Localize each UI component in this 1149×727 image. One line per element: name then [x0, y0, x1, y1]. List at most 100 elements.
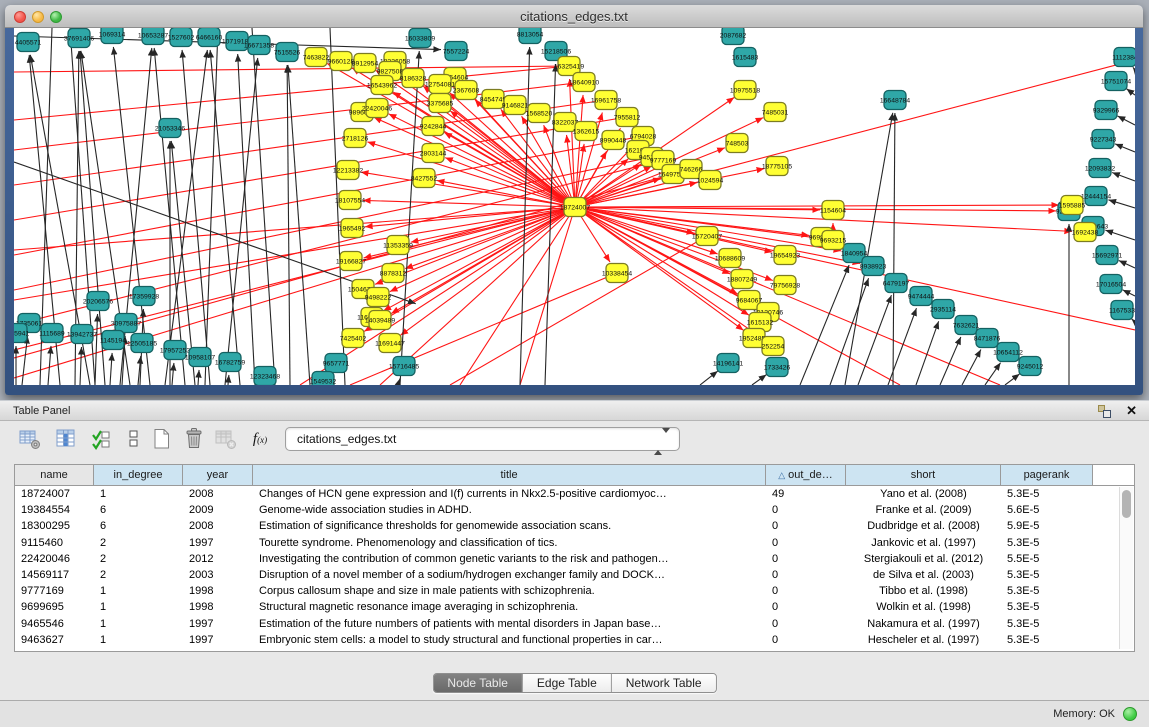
- network-node[interactable]: 10654112: [993, 343, 1023, 362]
- table-vertical-scrollbar[interactable]: [1119, 487, 1133, 649]
- network-node[interactable]: 10688609: [715, 249, 745, 268]
- network-node[interactable]: 7632621: [953, 316, 980, 335]
- network-node[interactable]: 11691447: [375, 334, 405, 353]
- scrollbar-thumb[interactable]: [1122, 490, 1131, 518]
- network-node[interactable]: 18724007: [560, 198, 590, 217]
- network-node[interactable]: 15751074: [1101, 72, 1131, 91]
- network-node[interactable]: 1115689: [39, 324, 65, 343]
- network-node[interactable]: 18775105: [762, 157, 792, 176]
- column-header-pagerank[interactable]: pagerank: [1001, 465, 1093, 485]
- network-node[interactable]: 14196141: [713, 354, 743, 373]
- network-node[interactable]: 20206576: [83, 292, 113, 311]
- network-node[interactable]: 1167533: [1109, 301, 1135, 320]
- network-node[interactable]: 16671358: [244, 36, 274, 55]
- table-row[interactable]: 911546021997Tourette syndrome. Phenomeno…: [15, 535, 1134, 551]
- network-node[interactable]: 30975887: [111, 314, 141, 333]
- network-node[interactable]: 12754081: [425, 75, 455, 94]
- network-node[interactable]: 7515526: [274, 43, 301, 62]
- network-node[interactable]: 16782759: [215, 353, 245, 372]
- column-header-out-de-[interactable]: △out_de…: [766, 465, 846, 485]
- network-node[interactable]: 13942737: [67, 325, 97, 344]
- column-header-year[interactable]: year: [183, 465, 253, 485]
- network-node[interactable]: 4405571: [15, 33, 42, 52]
- table-row[interactable]: 1872400712008Changes of HCN gene express…: [15, 486, 1134, 502]
- network-node[interactable]: 17016504: [1096, 275, 1126, 294]
- network-node[interactable]: 18640910: [569, 73, 599, 92]
- network-node[interactable]: 10958107: [185, 348, 215, 367]
- network-node[interactable]: 21053346: [155, 119, 185, 138]
- tab-node-table[interactable]: Node Table: [433, 674, 522, 692]
- network-node[interactable]: 14039489: [365, 311, 395, 330]
- float-panel-icon[interactable]: [1098, 405, 1111, 418]
- table-row[interactable]: 946554611997Estimation of the future num…: [15, 616, 1134, 632]
- network-node[interactable]: 1615483: [732, 48, 759, 67]
- network-node[interactable]: 2718126: [342, 129, 369, 148]
- network-node[interactable]: 1362615: [573, 122, 600, 141]
- network-node[interactable]: 19654923: [770, 246, 800, 265]
- network-node[interactable]: 9474444: [908, 287, 935, 306]
- network-node[interactable]: 2935114: [930, 300, 956, 319]
- network-node[interactable]: 9242844: [420, 117, 447, 136]
- window-titlebar[interactable]: citations_edges.txt: [5, 5, 1143, 28]
- network-node[interactable]: 12505185: [127, 334, 157, 353]
- table-row[interactable]: 1938455462009Genome-wide association stu…: [15, 502, 1134, 518]
- column-header-short[interactable]: short: [846, 465, 1001, 485]
- network-node[interactable]: 17359928: [129, 287, 159, 306]
- table-row[interactable]: 946362711997Embryonic stem cells: a mode…: [15, 632, 1134, 648]
- network-node[interactable]: 16543962: [367, 76, 397, 95]
- network-node[interactable]: 79756928: [770, 276, 800, 295]
- column-header-name[interactable]: name: [15, 465, 94, 485]
- table-row[interactable]: 969969511998Structural magnetic resonanc…: [15, 599, 1134, 615]
- network-node[interactable]: 7485031: [762, 103, 789, 122]
- network-node[interactable]: 8813054: [517, 28, 544, 44]
- close-panel-icon[interactable]: ✕: [1126, 403, 1137, 419]
- network-node[interactable]: 8471876: [974, 329, 1001, 348]
- network-node[interactable]: 9245012: [1017, 357, 1044, 376]
- select-column-button[interactable]: [52, 426, 80, 452]
- network-node[interactable]: 10975518: [730, 81, 760, 100]
- network-node[interactable]: 7955812: [614, 108, 641, 127]
- network-node[interactable]: 7557224: [443, 42, 470, 61]
- table-row[interactable]: 977716911998Corpus callosum shape and si…: [15, 583, 1134, 599]
- network-node[interactable]: 2087682: [720, 28, 747, 45]
- network-node[interactable]: 1549532: [310, 372, 337, 386]
- network-node[interactable]: 1145194: [100, 331, 126, 350]
- network-node[interactable]: 7425402: [340, 329, 367, 348]
- network-node[interactable]: 9498222: [365, 288, 392, 307]
- network-node[interactable]: 11353359: [383, 236, 413, 255]
- delete-table-button[interactable]: [180, 426, 208, 452]
- network-node[interactable]: 16648784: [880, 91, 910, 110]
- table-row[interactable]: 1830029562008Estimation of significance …: [15, 518, 1134, 534]
- network-node[interactable]: 8878312: [380, 264, 407, 283]
- network-node[interactable]: 16961758: [591, 91, 621, 110]
- network-node[interactable]: 1069314: [99, 28, 126, 44]
- network-node[interactable]: 12323468: [250, 367, 280, 386]
- network-node[interactable]: 6479197: [883, 274, 910, 293]
- network-node[interactable]: 9227343: [1090, 130, 1117, 149]
- network-node[interactable]: 18107554: [335, 191, 365, 210]
- network-node[interactable]: 3375685: [427, 94, 454, 113]
- network-node[interactable]: 6466160: [196, 28, 223, 47]
- network-node[interactable]: 12444154: [1081, 187, 1111, 206]
- network-node[interactable]: 1568520: [526, 104, 553, 123]
- network-node[interactable]: 1965492: [339, 219, 366, 238]
- network-node[interactable]: 1112384: [1112, 48, 1135, 67]
- function-builder-button[interactable]: f(x): [246, 426, 274, 452]
- network-node[interactable]: 18807249: [727, 270, 757, 289]
- table-row[interactable]: 1456911722003Disruption of a novel membe…: [15, 567, 1134, 583]
- network-node[interactable]: 15716485: [389, 357, 419, 376]
- network-node[interactable]: 8912954: [352, 54, 379, 73]
- network-node[interactable]: 1733426: [764, 358, 791, 377]
- column-header-title[interactable]: title: [253, 465, 766, 485]
- network-node[interactable]: 15720407: [692, 227, 722, 246]
- network-node[interactable]: 7463822: [303, 48, 330, 67]
- network-node[interactable]: 9660128: [328, 52, 355, 71]
- network-node[interactable]: 8938923: [860, 257, 887, 276]
- row-list-button[interactable]: [120, 426, 148, 452]
- new-table-button[interactable]: [148, 426, 176, 452]
- network-node[interactable]: 10338454: [602, 264, 632, 283]
- network-node[interactable]: 3915941: [14, 324, 29, 343]
- network-node[interactable]: 9657771: [323, 354, 350, 373]
- network-node[interactable]: 8186328: [400, 69, 427, 88]
- network-node[interactable]: 19166827: [336, 252, 366, 271]
